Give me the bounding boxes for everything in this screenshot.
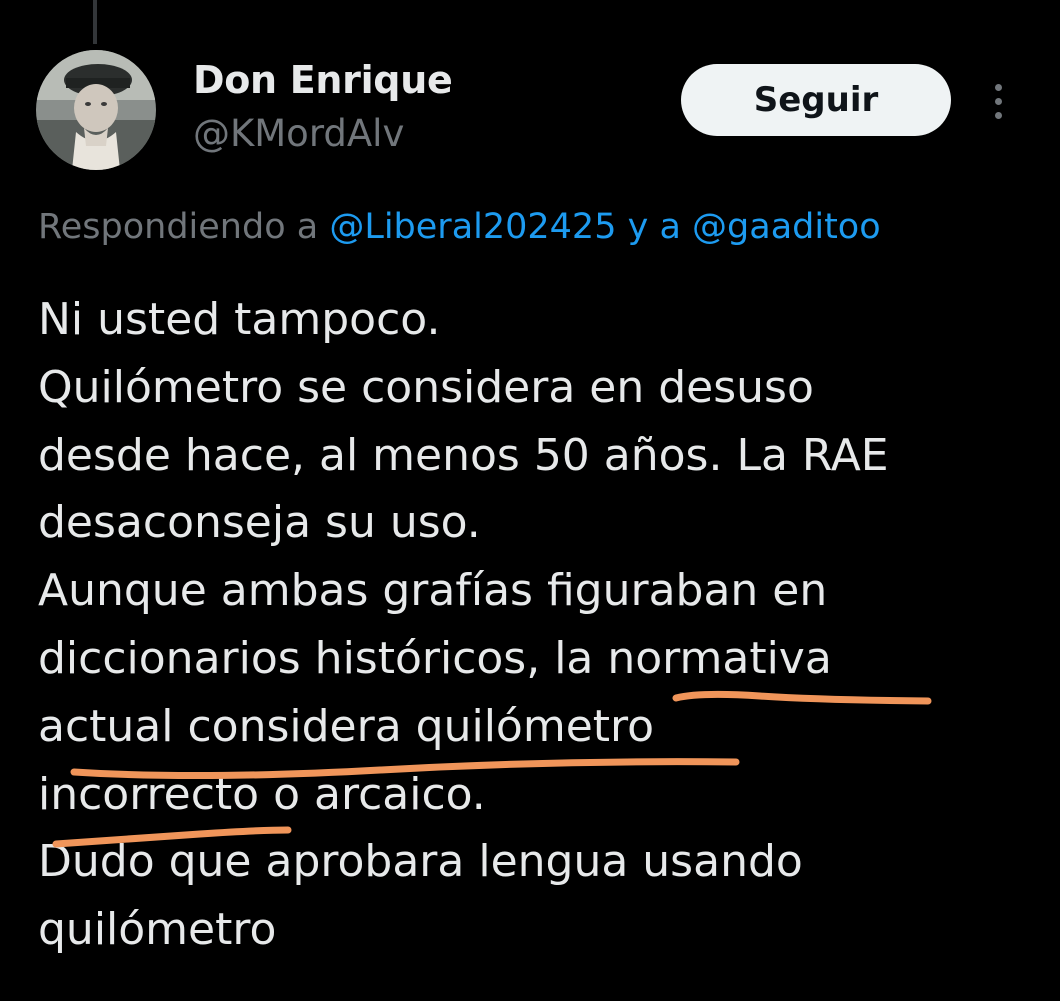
replying-prefix: Respondiendo a — [38, 207, 330, 247]
mention-gaaditoo[interactable]: @gaaditoo — [692, 207, 881, 247]
tweet-line: Dudo que aprobara lengua usando — [38, 836, 803, 888]
more-dot — [995, 98, 1002, 105]
more-vertical-icon[interactable] — [984, 78, 1014, 124]
tweet-line: Aunque ambas grafías figuraban en — [38, 565, 828, 617]
tweet-line: Ni usted tampoco. — [38, 294, 441, 345]
tweet-line: incorrecto o arcaico. — [38, 768, 486, 820]
tweet-line: diccionarios históricos, la normativa — [38, 632, 832, 684]
follow-button[interactable]: Seguir — [681, 64, 951, 136]
tweet-line: desde hace, al menos 50 años. La RAE — [38, 429, 889, 481]
more-dot — [995, 112, 1002, 119]
display-name[interactable]: Don Enrique — [193, 58, 453, 102]
more-dot — [995, 84, 1002, 91]
mention-liberal202425[interactable]: @Liberal202425 — [329, 207, 616, 247]
tweet-line: actual considera quilómetro — [38, 700, 655, 752]
tweet-text: Ni usted tampoco. Quilómetro se consider… — [38, 286, 1038, 964]
replying-to: Respondiendo a @Liberal202425 y a @gaadi… — [38, 207, 881, 247]
tweet-line: quilómetro — [38, 904, 277, 956]
avatar[interactable] — [36, 50, 156, 170]
avatar-image — [36, 50, 156, 170]
thread-connector-line — [93, 0, 97, 44]
user-handle[interactable]: @KMordAlv — [193, 112, 404, 155]
replying-connector: y a — [616, 207, 693, 247]
tweet-line: desaconseja su uso. — [38, 497, 481, 549]
tweet-line: Quilómetro se considera en desuso — [38, 361, 814, 413]
